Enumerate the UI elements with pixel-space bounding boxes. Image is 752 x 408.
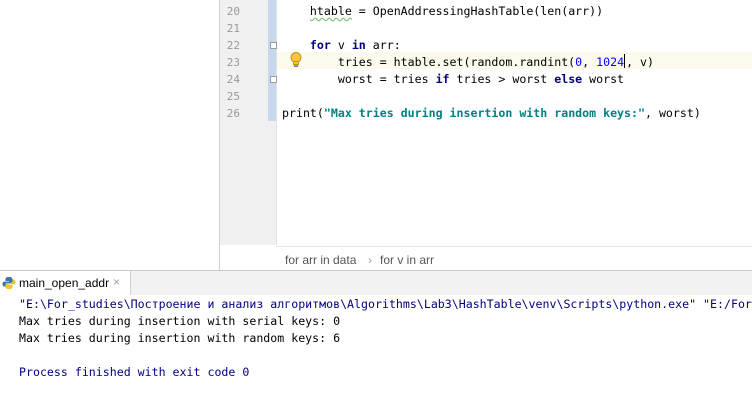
code-token: , worst) — [644, 106, 701, 120]
keyword-token: else — [554, 72, 583, 86]
line-number: 26 — [226, 107, 240, 120]
code-token: v — [330, 38, 352, 52]
code-line-20: htable = OpenAddressingHashTable(len(arr… — [282, 3, 603, 20]
breadcrumb-item[interactable]: for arr in data — [285, 253, 356, 267]
console-command-line: "E:\For_studies\Построение и анализ алго… — [19, 297, 752, 311]
project-panel — [0, 0, 219, 270]
number-token: 102 — [596, 55, 618, 69]
text-caret — [624, 54, 626, 68]
code-token: , — [582, 55, 597, 69]
breadcrumb-item[interactable]: for v in arr — [380, 253, 434, 267]
keyword-token: in — [351, 38, 366, 52]
console-output-line: Max tries during insertion with serial k… — [19, 314, 341, 328]
line-number: 24 — [226, 73, 240, 86]
code-token-typo: htable — [309, 4, 352, 18]
code-line-22: for v in arr: — [282, 37, 401, 54]
code-token: , v) — [626, 55, 654, 69]
line-number: 23 — [226, 56, 240, 69]
code-token: worst — [582, 72, 625, 86]
code-line-23: tries = htable.set(random.randint(0, 102… — [282, 54, 654, 71]
fold-toggle-icon[interactable] — [270, 42, 277, 49]
python-icon — [2, 277, 16, 289]
breadcrumb-separator: › — [368, 253, 372, 267]
code-line-24: worst = tries if tries > worst else wors… — [282, 71, 624, 88]
change-marker-bar — [268, 0, 276, 121]
console-process-finished: Process finished with exit code 0 — [19, 365, 250, 379]
line-number: 25 — [226, 90, 240, 103]
breadcrumb: for arr in data › for v in arr — [276, 246, 752, 271]
string-token: "Max tries during insertion with random … — [323, 106, 645, 120]
number-token: 4 — [617, 55, 625, 69]
console-output[interactable]: "E:\For_studies\Построение и анализ алго… — [0, 295, 752, 408]
code-token: arr: — [365, 38, 401, 52]
code-token: print( — [282, 106, 324, 120]
run-tab-bar: main_open_addr × — [0, 270, 752, 296]
keyword-token: if — [435, 72, 450, 86]
run-tab[interactable]: main_open_addr × — [0, 271, 131, 295]
line-number: 21 — [226, 22, 240, 35]
fold-end-icon[interactable] — [270, 76, 277, 83]
close-icon[interactable]: × — [113, 275, 120, 289]
code-token: tries > worst — [449, 72, 555, 86]
code-line-26: print("Max tries during insertion with r… — [282, 105, 701, 122]
line-number: 22 — [226, 39, 240, 52]
code-token: = OpenAddressingHashTable(len(arr)) — [351, 4, 604, 18]
code-token: worst = tries — [282, 72, 436, 86]
line-number: 20 — [226, 5, 240, 18]
run-tab-label: main_open_addr — [19, 276, 110, 290]
console-output-line: Max tries during insertion with random k… — [19, 331, 341, 345]
keyword-token: for — [309, 38, 331, 52]
code-token: tries = htable.set(random.randint( — [282, 55, 576, 69]
